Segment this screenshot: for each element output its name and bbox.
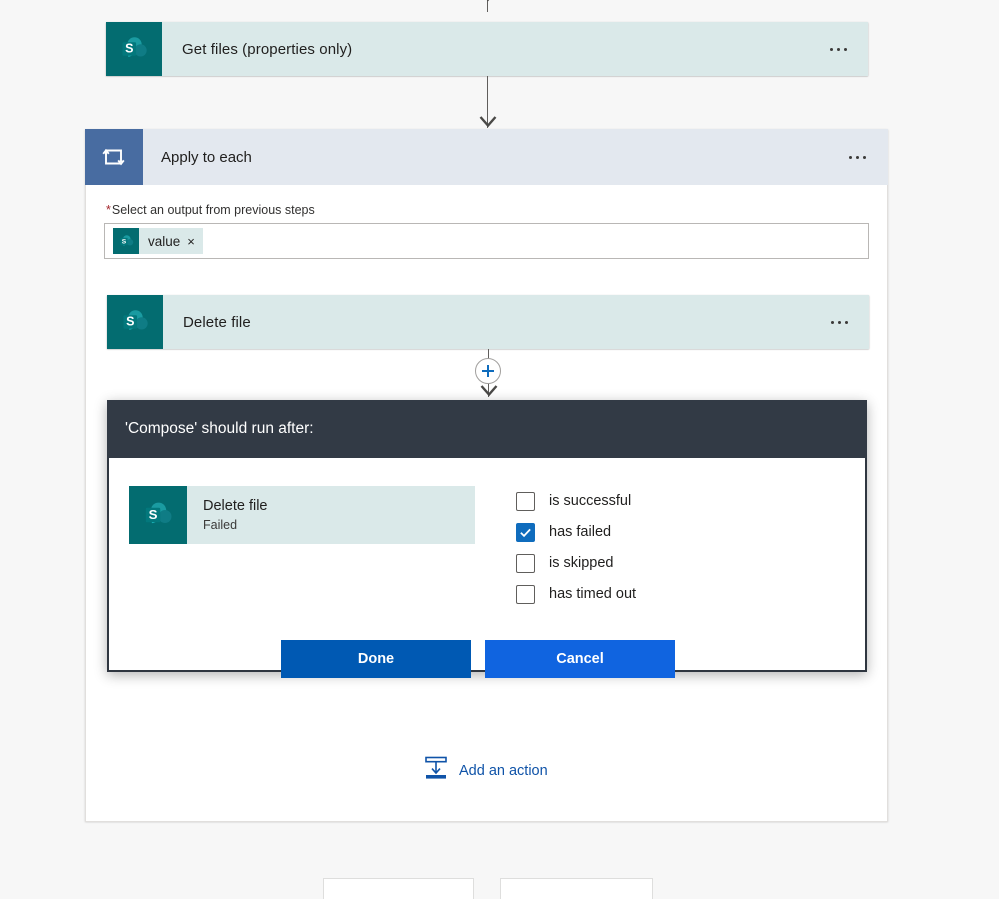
dialog-header: 'Compose' should run after: [107,400,867,458]
sharepoint-icon: S [129,486,187,544]
svg-text:S: S [125,42,133,56]
more-commands-ellipsis-get-files[interactable] [808,22,868,76]
run-after-options: is successful has failed is skipped has … [484,486,865,610]
action-card-get-files[interactable]: S Get files (properties only) [106,22,868,76]
dynamic-content-token[interactable]: S value × [113,228,203,254]
action-title-get-files: Get files (properties only) [182,40,353,58]
run-after-source-card: S Delete file Failed [129,486,475,544]
required-asterisk: * [106,203,111,217]
remove-token-icon[interactable]: × [187,235,203,248]
sharepoint-icon: S [106,22,162,76]
action-title-delete-file: Delete file [183,313,251,331]
sharepoint-icon: S [107,295,163,349]
bottom-left-button[interactable] [323,878,474,899]
more-commands-ellipsis-loop[interactable] [826,129,888,185]
option-is-successful[interactable]: is successful [516,486,865,516]
dialog-action-bar: Done Cancel [109,610,865,678]
option-label-is-successful: is successful [549,493,632,509]
run-after-source-text: Delete file Failed [187,486,475,544]
option-label-has-timed-out: has timed out [549,586,637,602]
option-label-is-skipped: is skipped [549,555,614,571]
dialog-title: 'Compose' should run after: [125,420,314,437]
output-token-input[interactable]: S value × [104,223,869,259]
cancel-button[interactable]: Cancel [485,640,675,678]
arrow-down-icon [486,0,490,2]
option-has-failed[interactable]: has failed [516,517,865,547]
svg-text:S: S [149,507,158,522]
svg-text:S: S [121,238,126,245]
dialog-body: S Delete file Failed is successful has f… [109,458,865,610]
run-after-source-status: Failed [203,518,238,532]
run-after-dialog: 'Compose' should run after: S Delete fil… [107,400,867,678]
loop-repeat-icon [85,129,143,185]
action-card-delete-file[interactable]: S Delete file [107,295,869,349]
loop-title: Apply to each [161,148,252,166]
dialog-left-pane: S Delete file Failed [109,486,484,610]
add-step-plus-button[interactable] [475,358,501,384]
checkbox-has-timed-out[interactable] [516,584,535,604]
done-button[interactable]: Done [281,640,471,678]
checkbox-has-failed[interactable] [516,522,535,542]
add-an-action-link[interactable]: Add an action [423,755,548,786]
option-label-has-failed: has failed [549,524,612,540]
add-an-action-label: Add an action [459,762,548,779]
loop-header[interactable]: Apply to each [85,129,888,185]
run-after-source-title: Delete file [203,498,268,514]
token-label: value [148,233,181,249]
arrow-down-icon [479,116,497,128]
flow-designer-canvas: S Get files (properties only) Apply to e… [0,0,999,899]
bottom-right-button[interactable] [500,878,653,899]
option-is-skipped[interactable]: is skipped [516,548,865,578]
svg-text:S: S [126,315,134,329]
arrow-down-icon [480,385,498,397]
checkbox-is-successful[interactable] [516,491,535,511]
insert-action-icon [423,755,449,786]
output-field-label: *Select an output from previous steps [86,185,887,223]
checkbox-is-skipped[interactable] [516,553,535,573]
output-field-label-text: Select an output from previous steps [111,203,315,217]
sharepoint-icon: S [113,228,139,254]
option-has-timed-out[interactable]: has timed out [516,579,865,609]
more-commands-ellipsis-delete-file[interactable] [809,295,869,349]
